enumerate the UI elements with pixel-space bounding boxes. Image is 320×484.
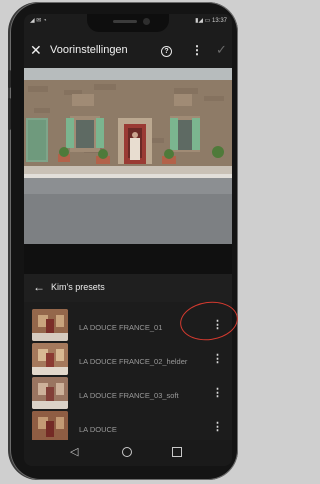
preset-thumbnail [32,411,68,443]
status-clock: ▮◢ ▭ 13:37 [195,18,227,24]
phone-screen: ◢ ✉ ◔ ▮◢ ▭ 13:37 ✕ Voorinstellingen ? ⋮ … [24,14,232,466]
preset-name: LA DOUCE FRANCE_02_helder [79,357,188,366]
preset-menu-icon[interactable]: ⋮ [212,387,223,399]
back-arrow-icon[interactable]: ← [33,280,45,294]
preset-thumbnail [32,309,68,341]
nav-back-icon[interactable]: ◁ [70,446,78,458]
filmstrip-area [24,244,232,274]
volume-button [8,70,11,88]
page-title: Voorinstellingen [50,44,128,56]
preset-thumbnail [32,377,68,409]
speaker-grille [113,20,137,23]
app-header: ✕ Voorinstellingen ? ⋮ ✓ [24,36,232,68]
preset-name: LA DOUCE FRANCE_01 [79,323,163,332]
more-options-icon[interactable]: ⋮ [191,44,203,56]
power-button [8,98,11,130]
confirm-check-icon[interactable]: ✓ [216,43,227,57]
preset-menu-icon[interactable]: ⋮ [212,421,223,433]
photo-preview-image [24,68,232,244]
system-nav-bar: ◁ [24,440,232,466]
preset-group-title: Kim's presets [51,282,105,292]
preset-name: LA DOUCE FRANCE_03_soft [79,391,179,400]
camera-notch [87,14,169,32]
preset-name: LA DOUCE [79,425,117,434]
preset-menu-icon[interactable]: ⋮ [212,353,223,365]
presets-header: ← Kim's presets [24,274,232,302]
preset-thumbnail [32,343,68,375]
nav-recents-icon[interactable] [172,447,182,457]
nav-home-icon[interactable] [122,447,132,457]
photo-preview[interactable] [24,68,232,244]
close-icon[interactable]: ✕ [30,43,42,57]
help-icon[interactable]: ? [161,46,172,57]
status-icons: ◢ ✉ ◔ [30,18,47,24]
front-camera-icon [143,18,150,25]
